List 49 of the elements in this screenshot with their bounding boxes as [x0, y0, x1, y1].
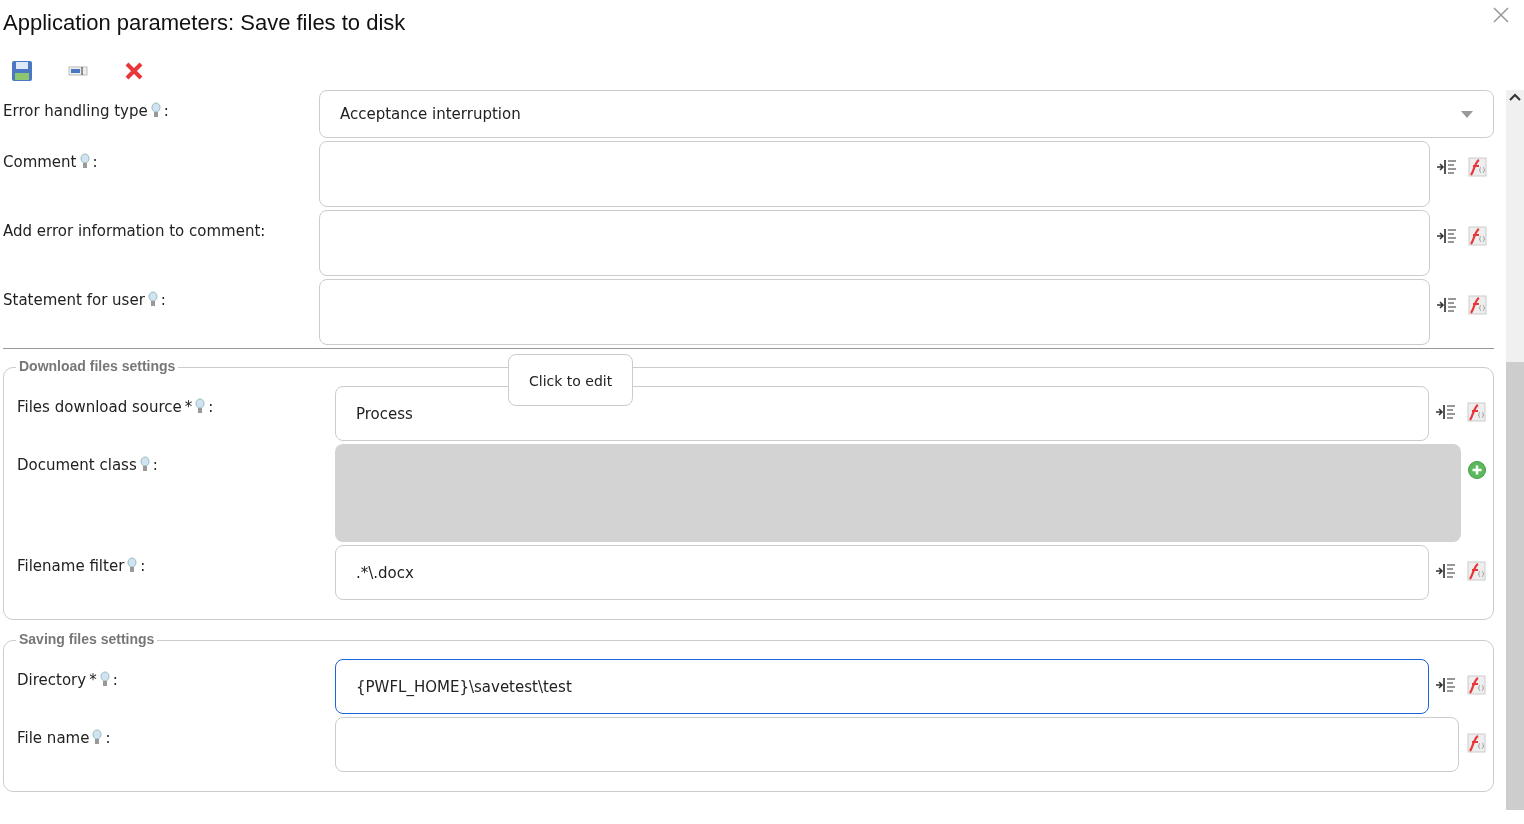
insert-list-icon[interactable] — [1435, 675, 1457, 695]
insert-list-icon[interactable] — [1436, 295, 1458, 315]
dropdown-field[interactable]: Acceptance interruption — [319, 90, 1494, 138]
input-field[interactable]: Process — [335, 386, 1429, 441]
close-icon[interactable] — [1492, 6, 1510, 24]
caret-icon — [1461, 110, 1473, 118]
colon-text: : — [92, 153, 98, 171]
input-field[interactable]: {PWFL_HOME}\savetest\test — [335, 659, 1429, 714]
colon-text: : — [140, 557, 146, 575]
field-label: Files download source — [17, 398, 182, 416]
function-icon[interactable] — [1465, 561, 1487, 581]
delete-icon[interactable] — [123, 60, 145, 82]
colon-text: : — [163, 102, 169, 120]
colon-text: : — [208, 398, 214, 416]
insert-list-icon[interactable] — [1436, 157, 1458, 177]
function-icon[interactable] — [1466, 295, 1488, 315]
input-field[interactable]: .*\.docx — [335, 545, 1429, 600]
required-mark: * — [184, 398, 193, 416]
required-mark: * — [89, 671, 97, 689]
colon-text: : — [112, 671, 118, 689]
insert-list-icon[interactable] — [1435, 561, 1457, 581]
function-icon[interactable] — [1466, 157, 1488, 177]
colon-text: : — [105, 729, 111, 747]
tooltip: Click to edit — [508, 354, 634, 406]
field-label: Add error information to comment: — [3, 222, 266, 240]
field-label: File name — [17, 729, 90, 747]
add-icon[interactable] — [1467, 460, 1487, 480]
field-label: Error handling type — [3, 102, 148, 120]
field-label: Filename filter — [17, 557, 125, 575]
scroll-thumb[interactable] — [1506, 362, 1524, 810]
field-label: Comment — [3, 153, 77, 171]
window-title: Application parameters: Save files to disk — [3, 10, 406, 36]
save-icon[interactable] — [11, 60, 33, 82]
field-label: Directory — [17, 671, 87, 689]
insert-list-icon[interactable] — [1436, 226, 1458, 246]
field-label: Statement for user — [3, 291, 145, 309]
input-field[interactable] — [335, 717, 1459, 772]
insert-list-icon[interactable] — [1435, 402, 1457, 422]
colon-text: : — [160, 291, 166, 309]
field-label: Document class — [17, 456, 137, 474]
colon-text: : — [152, 456, 158, 474]
function-icon[interactable] — [1465, 733, 1487, 753]
scrollbar[interactable] — [1506, 90, 1524, 810]
group-legend: Saving files settings — [16, 631, 158, 647]
function-icon[interactable] — [1465, 402, 1487, 422]
list-field[interactable] — [335, 444, 1461, 542]
function-icon[interactable] — [1465, 675, 1487, 695]
group-legend: Download files settings — [16, 358, 179, 374]
function-icon[interactable] — [1466, 226, 1488, 246]
